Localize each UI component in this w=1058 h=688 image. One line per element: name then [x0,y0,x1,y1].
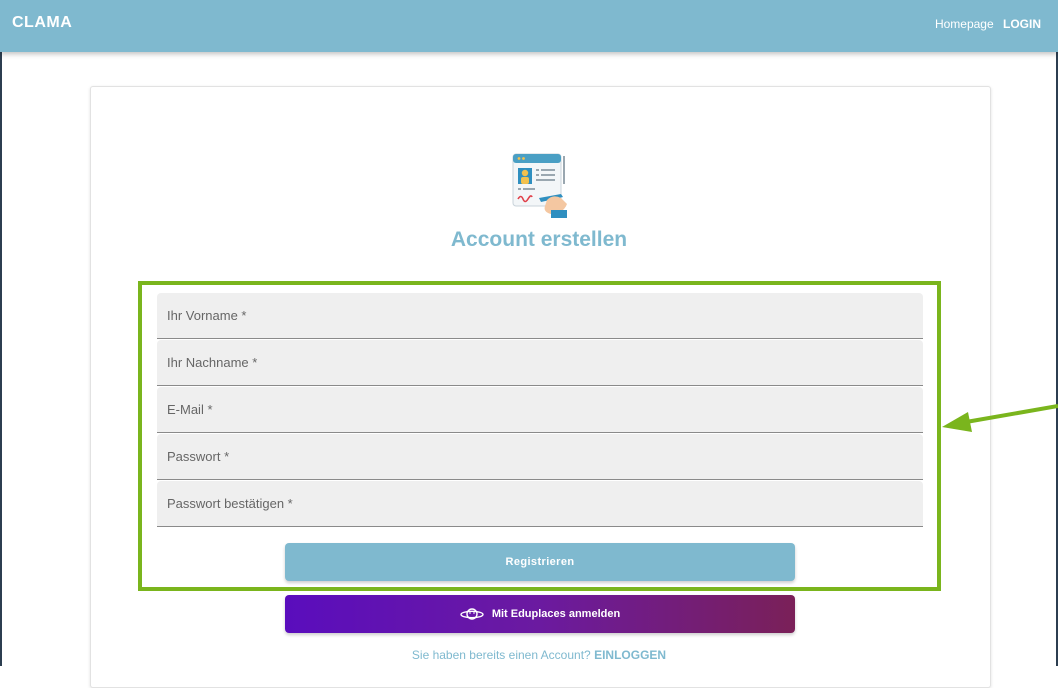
last-name-field[interactable] [157,340,923,386]
email-input[interactable] [157,387,923,432]
page-title: Account erstellen [450,228,628,251]
password-input[interactable] [157,434,923,479]
top-navbar: CLAMA Homepage LOGIN [0,0,1058,52]
login-hint-text: Sie haben bereits einen Account? [411,648,591,662]
confirm-password-input[interactable] [157,481,923,526]
nav-links: Homepage LOGIN [929,17,1041,31]
planet-icon [460,608,484,620]
confirm-password-field[interactable] [157,481,923,527]
homepage-link[interactable]: Homepage [935,17,994,31]
login-link[interactable]: LOGIN [1003,17,1041,31]
password-field[interactable] [157,434,923,480]
login-hint-link[interactable]: EINLOGGEN [594,648,666,662]
register-button[interactable]: Registrieren [285,543,795,581]
first-name-field[interactable] [157,293,923,339]
eduplaces-login-button[interactable]: Mit Eduplaces anmelden [285,595,795,633]
email-field[interactable] [157,387,923,433]
arrow-left-icon [942,404,1058,432]
first-name-input[interactable] [157,293,923,338]
login-hint: Sie haben bereits einen Account? EINLOGG… [0,648,1058,662]
signup-document-illustration [512,153,567,218]
brand-logo[interactable]: CLAMA [12,14,72,32]
eduplaces-label: Mit Eduplaces anmelden [491,608,621,620]
last-name-input[interactable] [157,340,923,385]
